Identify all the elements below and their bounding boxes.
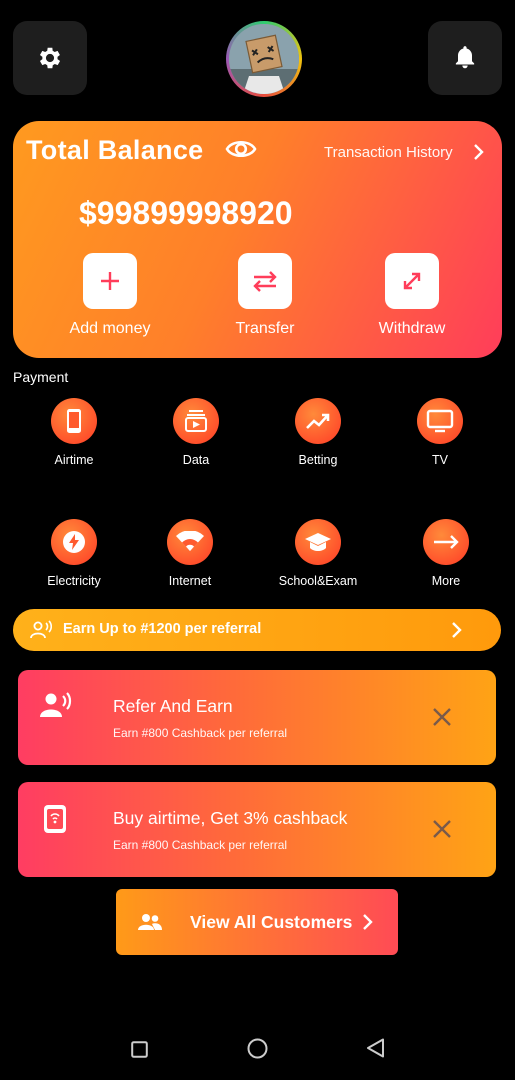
chevron-right-icon [361,913,373,936]
service-label: TV [432,453,448,467]
swap-arrows-icon [238,253,292,309]
back-triangle-icon[interactable] [366,1038,385,1063]
service-electricity[interactable]: Electricity [19,519,129,588]
service-label: Internet [168,574,212,588]
plus-icon [83,253,137,309]
top-bar [0,0,515,110]
service-internet[interactable]: Internet [135,519,245,588]
referral-text: Earn Up to #1200 per referral [63,621,262,637]
transaction-history-link[interactable]: Transaction History [324,144,453,161]
balance-title: Total Balance [26,135,204,165]
settings-button[interactable] [13,21,87,95]
speaking-person-icon [30,620,53,645]
promo-subtitle: Earn #800 Cashback per referral [113,838,288,852]
phone-icon [51,398,97,444]
service-label: Betting [298,453,338,467]
transfer-label: Transfer [235,320,295,337]
bell-icon [455,46,475,69]
balance-amount: $99899998920 [79,195,293,231]
expand-arrows-icon [385,253,439,309]
referral-banner[interactable]: Earn Up to #1200 per referral [13,609,501,651]
lightning-icon [51,519,97,565]
chevron-right-icon [450,621,462,644]
withdraw-button[interactable]: Withdraw [362,253,462,338]
promo-title: Refer And Earn [113,696,233,716]
add-money-label: Add money [69,320,151,337]
promo-subtitle: Earn #800 Cashback per referral [113,726,288,740]
phone-signal-icon [43,804,67,839]
home-circle-icon[interactable] [247,1038,268,1064]
service-more[interactable]: More [391,519,501,588]
balance-card: Total Balance Transaction History $99899… [13,121,502,358]
graduation-cap-icon [295,519,341,565]
service-tv[interactable]: TV [385,398,495,467]
promo-card-refer[interactable]: Refer And Earn Earn #800 Cashback per re… [18,670,496,765]
service-label: Electricity [47,574,101,588]
service-label: School&Exam [278,574,358,588]
payment-section-label: Payment [13,369,69,385]
data-stack-icon [173,398,219,444]
view-all-customers-button[interactable]: View All Customers [116,889,398,955]
gear-icon [39,47,61,69]
withdraw-label: Withdraw [378,320,446,337]
close-icon[interactable] [431,818,453,845]
add-money-button[interactable]: Add money [60,253,160,338]
transfer-button[interactable]: Transfer [215,253,315,338]
view-all-label: View All Customers [190,912,353,932]
tv-icon [417,398,463,444]
recents-square-icon[interactable] [131,1041,148,1063]
avatar[interactable] [226,21,302,97]
people-icon [138,913,162,936]
service-school-exam[interactable]: School&Exam [263,519,373,588]
wifi-icon [167,519,213,565]
speaking-person-icon [40,692,72,723]
arrow-right-icon [423,519,469,565]
service-airtime[interactable]: Airtime [19,398,129,467]
eye-icon[interactable] [225,137,257,166]
chevron-right-icon[interactable] [471,143,485,166]
promo-title: Buy airtime, Get 3% cashback [113,808,348,828]
service-data[interactable]: Data [141,398,251,467]
service-label: More [431,574,461,588]
service-label: Airtime [54,453,94,467]
trending-up-icon [295,398,341,444]
promo-card-airtime[interactable]: Buy airtime, Get 3% cashback Earn #800 C… [18,782,496,877]
system-navigation-bar [0,1020,515,1080]
avatar-image [229,24,299,94]
notifications-button[interactable] [428,21,502,95]
service-label: Data [182,453,210,467]
close-icon[interactable] [431,706,453,733]
service-betting[interactable]: Betting [263,398,373,467]
